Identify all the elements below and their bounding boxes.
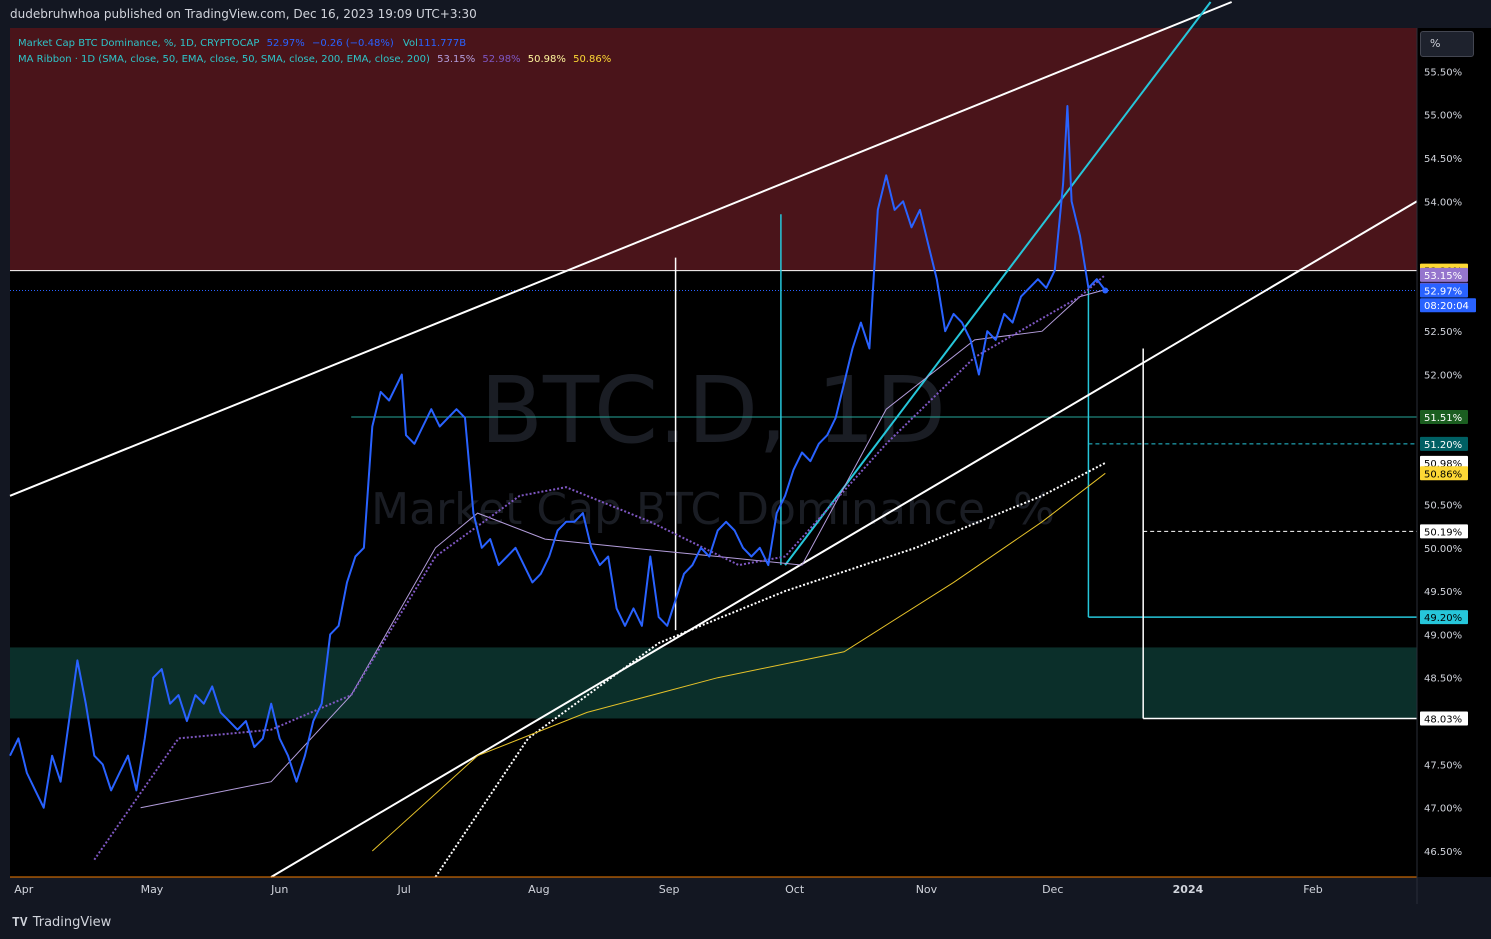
last-price-dot	[1102, 287, 1109, 294]
x-tick-label: Dec	[1042, 883, 1063, 896]
price-label-text: 51.51%	[1424, 413, 1462, 424]
x-tick-label: Jun	[270, 883, 288, 896]
y-tick-label: 55.50%	[1424, 67, 1462, 78]
y-tick-label: 52.50%	[1424, 327, 1462, 338]
legend-symbol-name: Market Cap BTC Dominance, %, 1D, CRYPTOC…	[18, 38, 260, 49]
x-tick-label: 2024	[1173, 883, 1204, 896]
legend-row-ma-ribbon[interactable]: MA Ribbon · 1D (SMA, close, 50, EMA, clo…	[18, 52, 611, 68]
price-label-text: 48.03%	[1424, 714, 1462, 725]
x-tick-label: Sep	[659, 883, 680, 896]
y-tick-label: 47.50%	[1424, 760, 1462, 771]
legend-ema50-value: 52.98%	[482, 54, 521, 65]
y-tick-label: 50.00%	[1424, 544, 1462, 555]
tradingview-logo-icon: 𝐓𝐕	[12, 915, 28, 929]
y-tick-label: 55.00%	[1424, 111, 1462, 122]
x-tick-label: Apr	[14, 883, 34, 896]
price-label-text: 53.15%	[1424, 271, 1462, 282]
y-tick-label: 52.00%	[1424, 371, 1462, 382]
x-tick-label: Nov	[916, 883, 938, 896]
x-tick-label: Oct	[785, 883, 805, 896]
legend-vol-label: Vol	[402, 38, 418, 49]
y-tick-label: 46.50%	[1424, 847, 1462, 858]
y-tick-label: 47.00%	[1424, 804, 1462, 815]
watermark-symbol: BTC.D, 1D	[480, 357, 946, 464]
x-tick-label: Aug	[528, 883, 549, 896]
price-label-text: 52.97%	[1424, 286, 1462, 297]
legend-sma200-value: 50.98%	[527, 54, 566, 65]
legend-symbol-value: 52.97%	[266, 38, 305, 49]
y-tick-label: 49.00%	[1424, 630, 1462, 641]
y-tick-label: 49.50%	[1424, 587, 1462, 598]
y-tick-label: 50.50%	[1424, 500, 1462, 511]
y-tick-label: 54.00%	[1424, 197, 1462, 208]
chart-legend: Market Cap BTC Dominance, %, 1D, CRYPTOC…	[18, 36, 611, 68]
x-tick-label: Feb	[1303, 883, 1322, 896]
price-chart[interactable]: BTC.D, 1D Market Cap BTC Dominance, % Ap…	[0, 0, 1491, 904]
legend-row-symbol[interactable]: Market Cap BTC Dominance, %, 1D, CRYPTOC…	[18, 36, 611, 52]
legend-indicator-name: MA Ribbon · 1D (SMA, close, 50, EMA, clo…	[18, 54, 430, 65]
footer-bar: 𝐓𝐕 TradingView	[0, 904, 1491, 939]
time-axis[interactable]: Apr May Jun Jul Aug Sep Oct Nov Dec 2024 Feb	[14, 883, 1323, 896]
legend-ema200-value: 50.86%	[573, 54, 612, 65]
legend-symbol-change: −0.26 (−0.48%)	[311, 38, 394, 49]
legend-sma50-value: 53.15%	[437, 54, 476, 65]
x-tick-label: Jul	[397, 883, 411, 896]
price-label-text: 50.19%	[1424, 527, 1462, 538]
y-tick-label: 48.50%	[1424, 674, 1462, 685]
price-label-text: 51.20%	[1424, 440, 1462, 451]
tradingview-brand: TradingView	[32, 915, 112, 930]
price-label-text: 49.20%	[1424, 613, 1462, 624]
price-units-button[interactable]: %	[1420, 31, 1474, 57]
price-label-text: 08:20:04	[1424, 301, 1469, 312]
y-tick-label: 54.50%	[1424, 154, 1462, 165]
tradingview-logo[interactable]: 𝐓𝐕 TradingView	[12, 915, 111, 930]
x-tick-label: May	[141, 883, 164, 896]
price-label-text: 50.86%	[1424, 469, 1462, 480]
legend-vol-value: 111.777B	[417, 38, 467, 49]
zone-support	[10, 647, 1417, 719]
